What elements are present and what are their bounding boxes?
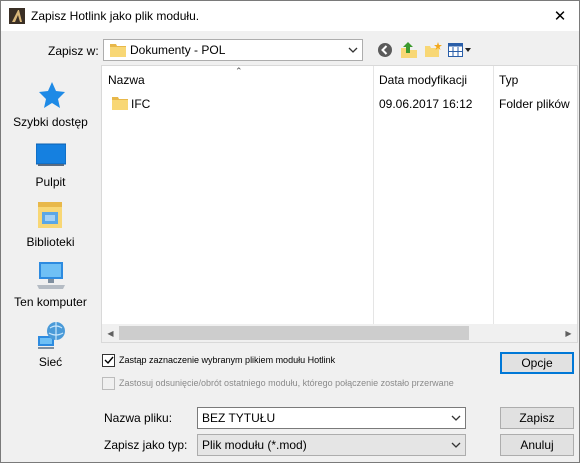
savein-combo[interactable]: Dokumenty - POL bbox=[103, 39, 363, 61]
new-folder-icon bbox=[425, 42, 442, 57]
place-this-pc[interactable]: Ten komputer bbox=[6, 254, 95, 314]
back-button[interactable] bbox=[374, 39, 396, 61]
apply-offset-checkbox bbox=[102, 376, 115, 390]
place-libraries[interactable]: Biblioteki bbox=[6, 194, 95, 254]
place-quick-access[interactable]: Szybki dostęp bbox=[6, 74, 95, 134]
place-label: Szybki dostęp bbox=[13, 115, 88, 129]
place-label: Pulpit bbox=[35, 175, 66, 189]
apply-offset-option: Zastosuj odsunięcie/obrót ostatniego mod… bbox=[102, 375, 454, 391]
chevron-down-icon bbox=[348, 47, 358, 53]
place-label: Sieć bbox=[38, 355, 63, 369]
view-menu-button[interactable] bbox=[447, 39, 473, 61]
scroll-right-icon[interactable]: ▶ bbox=[560, 324, 577, 342]
chevron-down-icon[interactable] bbox=[451, 413, 461, 423]
app-icon bbox=[9, 8, 25, 24]
close-icon: ✕ bbox=[553, 8, 567, 25]
file-row[interactable]: IFC 09.06.2017 16:12 Folder plików bbox=[102, 94, 577, 114]
place-label: Ten komputer bbox=[14, 295, 87, 309]
column-header-type[interactable]: Typ bbox=[499, 66, 518, 92]
scrollbar-thumb[interactable] bbox=[119, 326, 469, 340]
file-list[interactable]: ⌃ Nazwa Data modyfikacji Typ IFC 09.06.2… bbox=[101, 65, 578, 343]
place-network[interactable]: Sieć bbox=[6, 314, 95, 374]
options-button[interactable]: Opcje bbox=[500, 352, 574, 374]
title-bar: Zapisz Hotlink jako plik modułu. ✕ bbox=[1, 1, 579, 31]
scroll-left-icon[interactable]: ◀ bbox=[102, 324, 119, 342]
file-name: IFC bbox=[131, 97, 151, 111]
place-desktop[interactable]: Pulpit bbox=[6, 134, 95, 194]
file-type: Folder plików bbox=[499, 97, 570, 111]
save-dialog: Zapisz Hotlink jako plik modułu. ✕ Zapis… bbox=[0, 0, 580, 463]
cancel-button[interactable]: Anuluj bbox=[500, 434, 574, 456]
libraries-icon bbox=[38, 202, 62, 228]
close-button[interactable]: ✕ bbox=[541, 1, 579, 31]
desktop-icon bbox=[36, 143, 66, 166]
view-menu-icon bbox=[448, 43, 471, 57]
filetype-value: Plik modułu (*.mod) bbox=[202, 438, 307, 452]
savein-value: Dokumenty - POL bbox=[130, 43, 226, 57]
replace-label: Zastąp zaznaczenie wybranym plikiem modu… bbox=[119, 355, 336, 365]
back-icon bbox=[378, 43, 392, 57]
place-label: Biblioteki bbox=[26, 235, 75, 249]
chevron-down-icon bbox=[451, 442, 461, 448]
file-date: 09.06.2017 16:12 bbox=[379, 97, 473, 111]
checkmark-icon bbox=[104, 356, 114, 365]
column-header-date[interactable]: Data modyfikacji bbox=[379, 66, 467, 92]
places-bar: Szybki dostęp Pulpit Biblioteki Ten komp… bbox=[6, 66, 95, 378]
sort-ascending-icon: ⌃ bbox=[235, 66, 243, 76]
up-folder-button[interactable] bbox=[398, 39, 420, 61]
network-icon bbox=[38, 322, 65, 349]
folder-icon bbox=[112, 97, 128, 110]
save-button[interactable]: Zapisz bbox=[500, 407, 574, 429]
filetype-select[interactable]: Plik modułu (*.mod) bbox=[197, 434, 466, 456]
filetype-label: Zapisz jako typ: bbox=[104, 438, 188, 452]
new-folder-button[interactable] bbox=[422, 39, 444, 61]
horizontal-scrollbar[interactable]: ◀ ▶ bbox=[102, 324, 577, 342]
filename-label: Nazwa pliku: bbox=[104, 411, 173, 425]
folder-icon bbox=[110, 44, 126, 57]
filename-value: BEZ TYTUŁU bbox=[202, 411, 276, 425]
savein-label: Zapisz w: bbox=[48, 44, 99, 58]
computer-icon bbox=[37, 262, 65, 289]
filename-field[interactable]: BEZ TYTUŁU bbox=[197, 407, 466, 429]
column-header-name[interactable]: Nazwa bbox=[108, 66, 145, 92]
star-icon bbox=[39, 82, 65, 108]
window-title: Zapisz Hotlink jako plik modułu. bbox=[31, 9, 200, 23]
apply-offset-label: Zastosuj odsunięcie/obrót ostatniego mod… bbox=[119, 378, 454, 388]
replace-option[interactable]: Zastąp zaznaczenie wybranym plikiem modu… bbox=[102, 352, 335, 368]
up-folder-icon bbox=[401, 42, 417, 58]
replace-checkbox[interactable] bbox=[102, 353, 115, 367]
